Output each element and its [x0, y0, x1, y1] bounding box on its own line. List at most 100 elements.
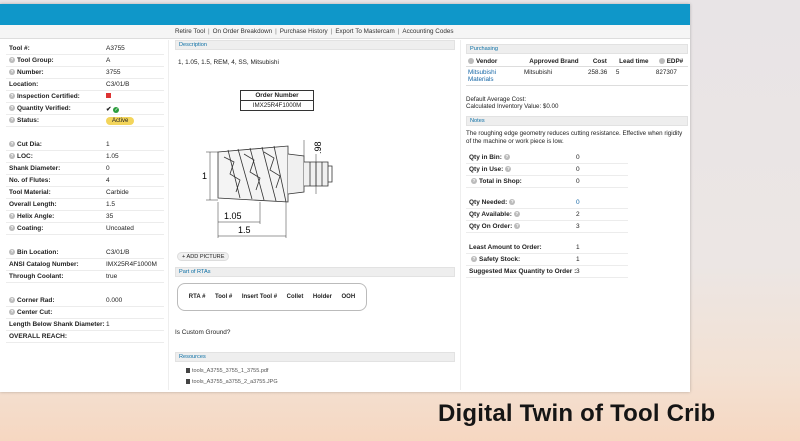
help-icon[interactable]: ? — [9, 153, 15, 160]
help-icon[interactable]: ? — [503, 154, 510, 161]
purchasing-row: Mitsubishi Materials Mitsubishi 258.36 5… — [466, 66, 688, 86]
quantity-label-text: Qty in Use: — [469, 166, 504, 173]
quantity-value: 1 — [576, 244, 580, 251]
quantity-label-text: Least Amount to Order: — [469, 244, 542, 251]
quantity-label-text: Qty On Order: — [469, 223, 513, 230]
tool-property-row: Tool #: A3755 — [6, 43, 164, 55]
tool-property-label: OVERALL REACH: — [9, 333, 67, 340]
nav-on-order-breakdown[interactable]: On Order Breakdown — [213, 28, 273, 35]
tool-property-value: IMX25R4F1000M — [106, 261, 157, 268]
quantity-value: 1 — [576, 256, 580, 263]
help-icon[interactable]: ? — [514, 223, 521, 230]
tool-drawing: .98 1 1.05 1.5 — [202, 140, 333, 238]
col-edp: EDP# — [653, 57, 688, 67]
order-number-box: Order Number IMX25R4F1000M — [240, 90, 314, 111]
quantity-value: 3 — [576, 268, 580, 275]
tool-property-label-text: Status: — [17, 117, 40, 124]
tool-property-row: ? Coating: Uncoated — [6, 223, 164, 235]
help-icon[interactable]: ? — [505, 166, 512, 173]
add-picture-button[interactable]: + ADD PICTURE — [177, 252, 230, 261]
status-badge[interactable]: Active — [106, 117, 135, 125]
tool-property-label-text: Tool Material: — [9, 189, 51, 196]
quantity-label-text: Safety Stock: — [479, 256, 521, 263]
help-icon[interactable]: ? — [509, 199, 516, 206]
tool-property-value: A — [106, 57, 111, 64]
tool-property-value: true — [106, 273, 118, 280]
tool-property-row: ? Inspection Certified: — [6, 91, 164, 103]
help-icon[interactable]: ? — [9, 69, 15, 76]
tool-property-row: ? Tool Group: A — [6, 55, 164, 67]
help-icon[interactable]: ? — [513, 211, 520, 218]
tool-property-row: No. of Flutes: 4 — [6, 175, 164, 187]
nav-separator: | — [207, 28, 210, 35]
quantity-label: Suggested Max Quantity to Order : — [469, 268, 576, 275]
tool-property-label: Overall Length: — [9, 201, 57, 208]
help-icon[interactable]: ? — [9, 105, 15, 112]
tool-property-value: 35 — [106, 213, 114, 220]
help-icon — [468, 58, 474, 65]
quantity-label-text: Total in Shop: — [479, 178, 522, 185]
tool-property-label: ? Status: — [9, 117, 39, 124]
dim-label-1: 1 — [202, 171, 207, 181]
vendor-link[interactable]: Mitsubishi Materials — [466, 66, 522, 86]
nav-accounting-codes[interactable]: Accounting Codes — [402, 28, 453, 35]
custom-ground-label: Is Custom Ground? — [175, 329, 231, 336]
quantity-label: Qty Available:? — [469, 211, 522, 218]
rta-column-header: Tool # — [215, 294, 233, 300]
dim-label-098: .98 — [313, 141, 323, 154]
brand-cell: Mitsubishi — [522, 66, 586, 86]
help-icon[interactable]: ? — [9, 57, 15, 64]
tool-property-value: Active — [106, 117, 135, 125]
purchasing-table: Vendor Approved Brand Cost Lead time EDP… — [466, 57, 688, 86]
resource-file-link[interactable]: tools_A3755_3755_1_3755.pdf — [186, 368, 268, 374]
dim-label-15: 1.5 — [238, 225, 251, 235]
tool-property-label: ? Center Cut: — [9, 309, 52, 316]
tool-property-row: OVERALL REACH: — [6, 331, 164, 343]
tool-property-row: ? Bin Location: C3/01/B — [6, 247, 164, 259]
help-icon[interactable]: ? — [9, 213, 15, 220]
quantity-label: Qty Needed:? — [469, 199, 517, 206]
tool-property-label: ANSI Catalog Number: — [9, 261, 79, 268]
tool-property-label-text: Number: — [17, 69, 44, 76]
help-icon[interactable]: ? — [9, 141, 15, 148]
help-icon[interactable]: ? — [471, 178, 477, 185]
nav-retire-tool[interactable]: Retire Tool — [175, 28, 205, 35]
tool-property-row: ? Number: 3755 — [6, 67, 164, 79]
lead-time-cell: 5 — [613, 66, 654, 86]
nav-export-mastercam[interactable]: Export To Mastercam — [335, 28, 394, 35]
col-cost: Cost — [585, 57, 614, 67]
tool-property-label-text: Bin Location: — [17, 249, 59, 256]
help-icon[interactable]: ? — [9, 93, 15, 100]
tool-property-label: ? LOC: — [9, 153, 33, 160]
help-icon[interactable]: ? — [9, 249, 15, 256]
quantity-row: Least Amount to Order: 1 — [466, 242, 628, 254]
help-icon[interactable]: ? — [471, 256, 477, 263]
tool-property-value: 1 — [106, 141, 110, 148]
tool-property-label: ? Helix Angle: — [9, 213, 54, 220]
quantity-label: Qty in Use:? — [469, 166, 513, 173]
cost-cell: 258.36 — [585, 66, 614, 86]
column-divider — [168, 40, 169, 390]
tool-property-value: 1 — [106, 321, 110, 328]
top-header-bar — [0, 4, 690, 25]
help-icon[interactable]: ? — [9, 225, 15, 232]
resource-file-link[interactable]: tools_A3755_a3755_2_a3755.JPG — [186, 379, 278, 385]
quantity-label: ? Safety Stock: — [469, 256, 520, 263]
tool-property-label: Tool Material: — [9, 189, 51, 196]
col-lead-time: Lead time — [613, 57, 654, 67]
resource-file-name: tools_A3755_3755_1_3755.pdf — [192, 368, 269, 374]
help-icon[interactable]: ? — [9, 309, 15, 316]
quantity-label: Qty On Order:? — [469, 223, 522, 230]
nav-separator: | — [397, 28, 400, 35]
help-icon[interactable]: ? — [9, 117, 15, 124]
nav-purchase-history[interactable]: Purchase History — [280, 28, 328, 35]
video-caption: Digital Twin of Tool Crib — [438, 400, 716, 427]
tool-property-label: Shank Diameter: — [9, 165, 60, 172]
col-approved-brand: Approved Brand — [522, 57, 586, 67]
tool-property-label: ? Number: — [9, 69, 44, 76]
tool-property-label-text: Center Cut: — [17, 309, 53, 316]
help-icon[interactable]: ? — [9, 297, 15, 304]
tool-property-value: ✔ ✓ — [106, 105, 120, 113]
tool-property-label: ? Inspection Certified: — [9, 93, 80, 100]
check-icon: ✔ — [106, 105, 112, 113]
